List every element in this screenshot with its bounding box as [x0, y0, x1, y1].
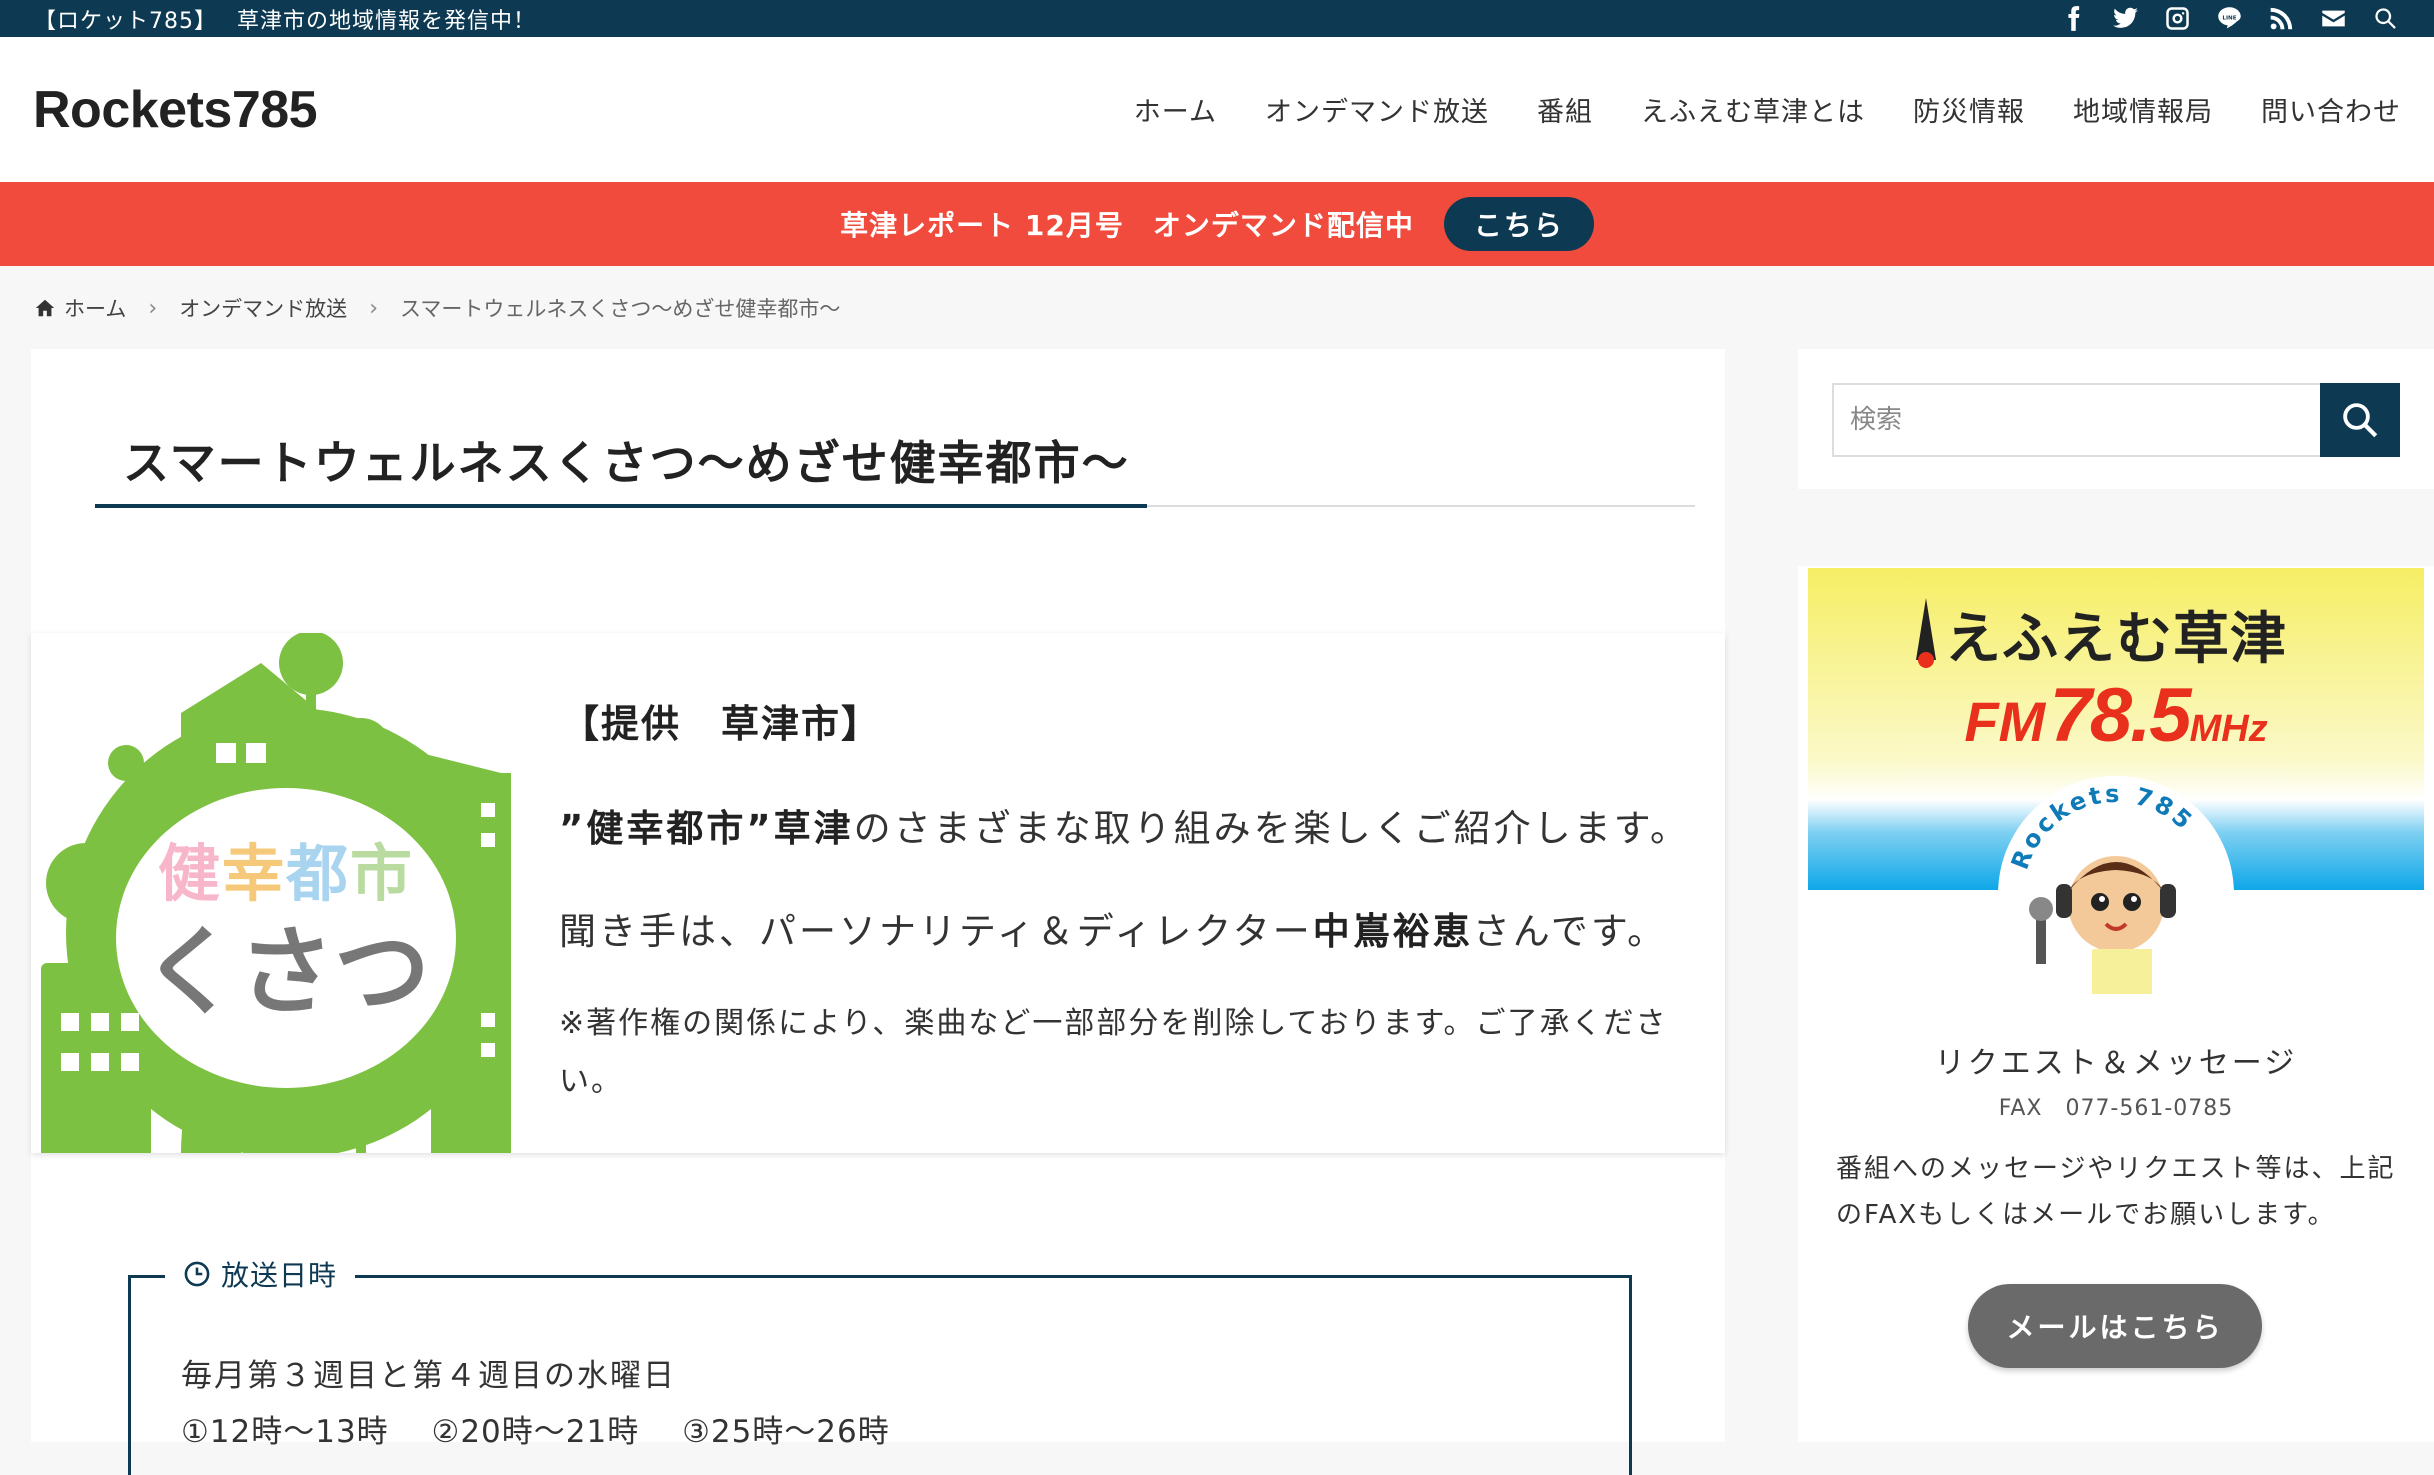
article-card: スマートウェルネスくさつ〜めざせ健幸都市〜 健幸都市 くさつ 【提供 草津市】 … [31, 349, 1725, 1475]
breadcrumb-current: スマートウェルネスくさつ〜めざせ健幸都市〜 [400, 297, 841, 321]
top-bar: 【ロケット785】 草津市の地域情報を発信中！ LINE [0, 0, 2434, 37]
nav-home[interactable]: ホーム [1110, 90, 1241, 129]
intro-line-1: ”健幸都市”草津のさまざまな取り組みを楽しくご紹介します。 [559, 807, 1690, 850]
page-title: スマートウェルネスくさつ〜めざせ健幸都市〜 [123, 436, 1130, 490]
kenko-toshi-kusatsu-logo: 健幸都市 くさつ [41, 633, 511, 1153]
breadcrumb-home[interactable]: ホーム [64, 293, 126, 323]
schedule-days: 毎月第３週目と第４週目の水曜日 [181, 1358, 676, 1394]
chevron-right-icon: › [148, 295, 158, 321]
nav-on-demand[interactable]: オンデマンド放送 [1241, 90, 1513, 129]
broadcast-schedule: 放送日時 毎月第３週目と第４週目の水曜日 ①12時〜13時 ②20時〜21時 ③… [128, 1254, 1632, 1475]
search-icon[interactable] [2370, 4, 2400, 34]
notice-button[interactable]: こちら [1443, 197, 1594, 251]
rss-icon[interactable] [2266, 4, 2296, 34]
home-icon [35, 299, 55, 317]
social-icons: LINE [2058, 4, 2400, 34]
site-logo[interactable]: Rockets785 [33, 80, 318, 140]
banner-brand: えふえむ草津 [1945, 607, 2287, 672]
notice-text: 草津レポート 12月号 オンデマンド配信中 [840, 209, 1414, 242]
breadcrumb: ホーム › オンデマンド放送 › スマートウェルネスくさつ〜めざせ健幸都市〜 [34, 293, 840, 323]
mail-icon[interactable] [2318, 4, 2348, 34]
facebook-icon[interactable] [2058, 4, 2088, 34]
instagram-icon[interactable] [2162, 4, 2192, 34]
schedule-legend: 放送日時 [165, 1254, 356, 1294]
site-header: Rockets785 ホーム オンデマンド放送 番組 えふえむ草津とは 防災情報… [0, 37, 2434, 182]
program-intro: 健幸都市 くさつ 【提供 草津市】 ”健幸都市”草津のさまざまな取り組みを楽しく… [31, 633, 1725, 1153]
nav-about[interactable]: えふえむ草津とは [1617, 90, 1889, 129]
line-icon[interactable]: LINE [2214, 4, 2244, 34]
mail-button[interactable]: メールはこちら [1968, 1284, 2262, 1368]
sponsor-label: 【提供 草津市】 [561, 702, 882, 746]
copyright-note: ※著作権の関係により、楽曲など一部部分を削除しております。ご了承ください。 [559, 1006, 1668, 1099]
search-button[interactable] [2320, 383, 2400, 457]
clock-icon [184, 1261, 210, 1287]
search-input[interactable] [1832, 383, 2322, 457]
nav-disaster-info[interactable]: 防災情報 [1889, 90, 2049, 129]
schedule-legend-label: 放送日時 [221, 1259, 338, 1292]
search-icon [2343, 403, 2378, 438]
nav-contact[interactable]: 問い合わせ [2237, 90, 2401, 129]
twitter-icon[interactable] [2110, 4, 2140, 34]
request-fax: FAX 077-561-0785 [1998, 1096, 2234, 1121]
site-tagline: 【ロケット785】 草津市の地域情報を発信中！ [34, 8, 536, 34]
banner-frequency: FM 78.5MHz [1964, 673, 2268, 758]
svg-text:健幸都市: 健幸都市 [158, 837, 414, 910]
svg-text:LINE: LINE [2222, 15, 2236, 21]
sidebar-widget: えふえむ草津 FM 78.5MHz Rockets 785 リクエスト＆メッセー… [1798, 566, 2434, 1442]
nav-local-info[interactable]: 地域情報局 [2049, 90, 2237, 129]
request-title: リクエスト＆メッセージ [1934, 1046, 2298, 1081]
notice-bar: 草津レポート 12月号 オンデマンド配信中 こちら [0, 182, 2434, 266]
intro-line-2: 聞き手は、パーソナリティ＆ディレクター中嶌裕恵さんです。 [559, 910, 1668, 953]
mascot-logo: Rockets 785 [1998, 776, 2234, 1012]
title-accent [95, 504, 1147, 508]
nav-programs[interactable]: 番組 [1513, 90, 1617, 129]
chevron-right-icon: › [369, 295, 378, 321]
main-nav: ホーム オンデマンド放送 番組 えふえむ草津とは 防災情報 地域情報局 問い合わ… [1110, 90, 2401, 129]
sidebar-search [1798, 349, 2434, 489]
breadcrumb-section[interactable]: オンデマンド放送 [179, 293, 347, 323]
request-body: 番組へのメッセージやリクエスト等は、上記のFAXもしくはメールでお願いします。 [1836, 1154, 2396, 1230]
schedule-times: ①12時〜13時 ②20時〜21時 ③25時〜26時 [181, 1414, 890, 1450]
svg-text:くさつ: くさつ [142, 916, 430, 1028]
